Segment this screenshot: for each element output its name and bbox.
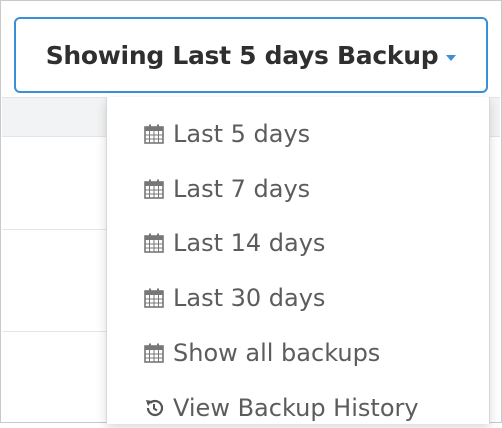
history-icon [146, 399, 164, 417]
screenshot-frame: Showing Last 5 days Backup Last 5 days L… [0, 0, 502, 424]
menu-item-label: Show all backups [173, 339, 381, 367]
menu-item-view-backup-history[interactable]: View Backup History [143, 388, 419, 428]
backup-range-dropdown-toggle[interactable]: Showing Last 5 days Backup [14, 17, 488, 93]
table-row-divider [2, 229, 112, 230]
table-row-divider [2, 331, 112, 332]
calendar-icon [144, 124, 164, 144]
calendar-icon [144, 179, 164, 199]
menu-item-label: Last 30 days [173, 284, 326, 312]
backup-range-dropdown-menu: Last 5 days Last 7 days Last 14 days Las… [106, 97, 490, 424]
menu-item-last-5-days[interactable]: Last 5 days [143, 114, 310, 154]
menu-item-label: Last 7 days [173, 175, 311, 203]
menu-item-show-all-backups[interactable]: Show all backups [143, 333, 380, 373]
menu-item-last-30-days[interactable]: Last 30 days [143, 278, 325, 318]
calendar-icon [144, 343, 164, 363]
calendar-icon [144, 233, 164, 253]
menu-item-label: Last 5 days [173, 120, 311, 148]
menu-item-last-14-days[interactable]: Last 14 days [143, 223, 325, 263]
caret-down-icon [446, 55, 457, 61]
menu-item-last-7-days[interactable]: Last 7 days [143, 169, 310, 209]
menu-item-label: View Backup History [173, 394, 419, 422]
menu-item-label: Last 14 days [173, 229, 326, 257]
calendar-icon [144, 288, 164, 308]
dropdown-toggle-label: Showing Last 5 days Backup [45, 40, 439, 70]
